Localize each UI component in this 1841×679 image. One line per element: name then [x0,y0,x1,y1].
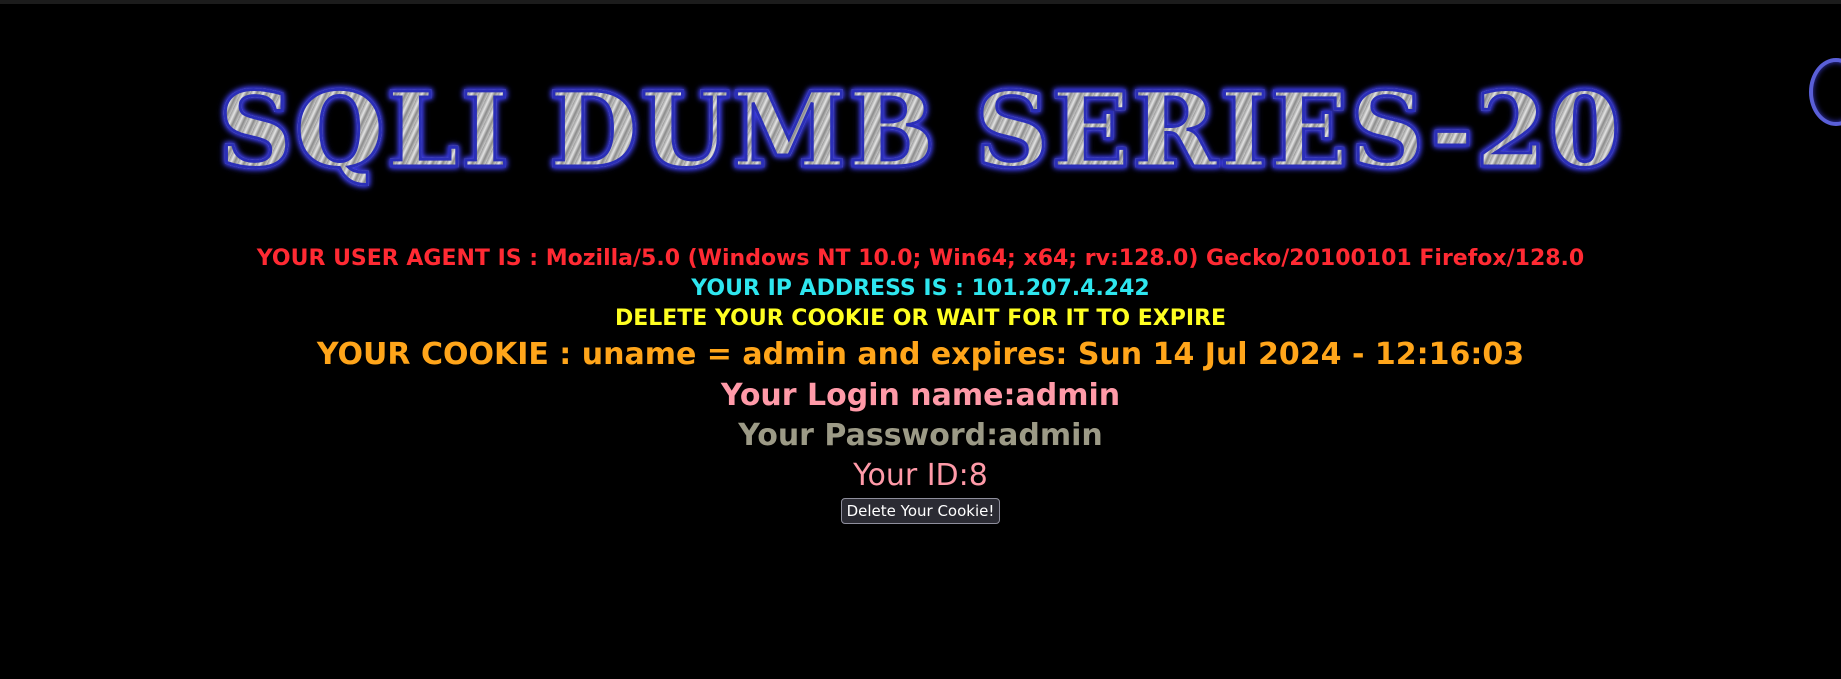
delete-cookie-form: Delete Your Cookie! [0,498,1841,524]
delete-cookie-button[interactable]: Delete Your Cookie! [840,498,1001,524]
user-agent-text: YOUR USER AGENT IS : Mozilla/5.0 (Window… [256,246,1585,271]
delete-cookie-notice: DELETE YOUR COOKIE OR WAIT FOR IT TO EXP… [614,306,1227,331]
password-text: Your Password:admin [738,418,1103,453]
login-name-text: Your Login name:admin [720,378,1121,413]
user-id-text: Your ID:8 [853,458,988,493]
result-info-panel: YOUR USER AGENT IS : Mozilla/5.0 (Window… [0,244,1841,524]
page-banner-title: SQLI DUMB SERIES-20 [0,74,1841,187]
ip-address-text: YOUR IP ADDRESS IS : 101.207.4.242 [691,276,1150,301]
cookie-info-text: YOUR COOKIE : uname = admin and expires:… [316,337,1525,372]
browser-top-edge [0,0,1841,4]
